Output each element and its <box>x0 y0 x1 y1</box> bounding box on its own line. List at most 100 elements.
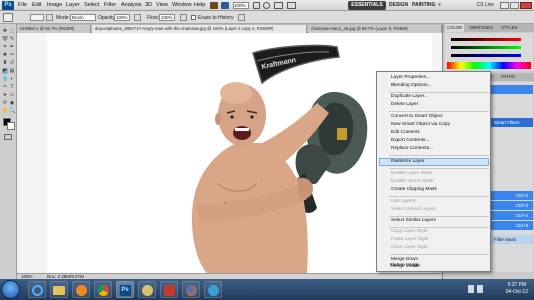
media-player-icon[interactable] <box>72 281 90 298</box>
color-slider-g[interactable] <box>451 46 521 49</box>
healing-tool-icon[interactable]: ✚ <box>2 52 8 58</box>
color-slider-r[interactable] <box>451 38 521 41</box>
paint-icon[interactable] <box>138 281 156 298</box>
zoom-tool-icon[interactable]: 🔍 <box>9 108 15 114</box>
mini-bridge-icon[interactable] <box>221 2 229 9</box>
workspace-more[interactable]: » <box>438 1 441 10</box>
mode-select[interactable]: Brush <box>70 14 96 21</box>
layer-row[interactable] <box>491 85 533 94</box>
close-button[interactable] <box>520 2 532 9</box>
menu-file[interactable]: File <box>18 2 27 8</box>
menu-create-clipping-mask[interactable]: Create Clipping Mask <box>391 187 437 192</box>
menu-edit-contents[interactable]: Edit Contents <box>391 130 420 135</box>
history-brush-tool-icon[interactable]: ↺ <box>9 60 15 66</box>
volume-icon[interactable] <box>477 285 483 293</box>
blur-tool-icon[interactable]: 💧 <box>2 76 8 82</box>
menu-flatten-image[interactable]: Flatten Image <box>390 263 419 268</box>
photoshop-taskbar-icon[interactable]: Ps <box>116 281 134 298</box>
menu-export-contents[interactable]: Export Contents... <box>391 138 429 143</box>
network-icon[interactable] <box>468 285 474 293</box>
workspace-painting[interactable]: PAINTING <box>412 1 436 10</box>
rotate-view-icon[interactable] <box>263 2 270 9</box>
menu-replace-contents[interactable]: Replace Contents... <box>391 146 433 151</box>
move-tool-icon[interactable]: ✥ <box>2 28 8 34</box>
airbrush-icon[interactable] <box>180 14 187 21</box>
tab-chainsaw-man[interactable]: chainsaw-man1_45.jpg @ 66.7% (Layer 0, R… <box>308 25 442 33</box>
app-icon[interactable] <box>160 281 178 298</box>
menu-duplicate-layer[interactable]: Duplicate Layer... <box>391 94 428 99</box>
hand-tool-icon[interactable] <box>253 2 260 9</box>
pen-tool-icon[interactable]: ✑ <box>2 84 8 90</box>
arrange-documents-icon[interactable] <box>274 2 283 9</box>
quick-mask-icon[interactable] <box>4 134 12 140</box>
tablet-opacity-icon[interactable] <box>134 14 141 21</box>
menu-help[interactable]: Help <box>194 2 205 8</box>
menu-image[interactable]: Image <box>47 2 62 8</box>
menu-merge-down[interactable]: Merge Down <box>391 257 418 262</box>
tab-color[interactable]: COLOR <box>445 24 465 32</box>
cs-live-button[interactable]: CS Live <box>476 1 494 10</box>
tab-styles[interactable]: STYLES <box>499 24 519 32</box>
tab-swatches[interactable]: SWATCHES <box>467 24 495 32</box>
shape-tool-icon[interactable]: ▭ <box>9 92 15 98</box>
menu-edit[interactable]: Edit <box>32 2 41 8</box>
layer-row[interactable]: Ctrl+5 <box>491 221 533 230</box>
firefox-icon[interactable] <box>182 281 200 298</box>
ie-icon[interactable] <box>28 281 46 298</box>
tab-paths[interactable]: PATHS <box>499 73 517 81</box>
explorer-icon[interactable] <box>50 281 68 298</box>
maximize-button[interactable] <box>510 2 519 9</box>
layer-row[interactable]: Smart Filters <box>491 118 533 127</box>
menu-convert-smart-object[interactable]: Convert to Smart Object <box>391 114 442 119</box>
layer-row[interactable]: Ctrl+3 <box>491 201 533 210</box>
type-tool-icon[interactable]: T <box>9 84 15 90</box>
menu-rasterize-layer[interactable]: Rasterize Layer <box>391 159 425 164</box>
workspace-design[interactable]: DESIGN <box>389 1 408 10</box>
minimize-button[interactable] <box>500 2 509 9</box>
color-slider-b[interactable] <box>451 54 521 57</box>
opacity-input[interactable]: 100% <box>114 14 130 21</box>
path-select-tool-icon[interactable]: ➤ <box>2 92 8 98</box>
chrome-icon[interactable] <box>94 281 112 298</box>
document-canvas[interactable]: Kraftmann <box>47 33 432 273</box>
menu-blending-options[interactable]: Blending Options... <box>391 83 432 88</box>
taskbar-clock[interactable]: 5:37 PM 04-Oct-12 <box>506 282 528 296</box>
menu-select-similar-layers[interactable]: Select Similar Layers <box>391 218 436 223</box>
tablet-size-icon[interactable] <box>238 14 245 21</box>
menu-new-smart-object-copy[interactable]: New Smart Object via Copy <box>391 122 450 127</box>
screen-mode-icon[interactable] <box>287 2 296 9</box>
menu-3d[interactable]: 3D <box>145 2 152 8</box>
menu-select[interactable]: Select <box>84 2 99 8</box>
menu-layer[interactable]: Layer <box>66 2 80 8</box>
zoom-level[interactable]: 100% <box>233 2 249 9</box>
bridge-icon[interactable] <box>210 2 218 9</box>
chat-app-icon[interactable] <box>204 281 222 298</box>
filter-mask-row[interactable]: Filter Mask <box>491 235 533 244</box>
eyedropper-tool-icon[interactable]: ✒ <box>9 44 15 50</box>
erase-history-checkbox[interactable] <box>191 15 196 20</box>
gradient-tool-icon[interactable]: ▤ <box>9 68 15 74</box>
lasso-tool-icon[interactable]: ➰ <box>2 36 8 42</box>
eraser-tool-icon[interactable]: ◩ <box>2 68 8 74</box>
menu-filter[interactable]: Filter <box>104 2 116 8</box>
eraser-tool-icon[interactable] <box>3 13 13 22</box>
brush-preset-picker[interactable] <box>30 14 44 21</box>
menu-view[interactable]: View <box>156 2 168 8</box>
menu-layer-properties[interactable]: Layer Properties... <box>391 75 430 80</box>
layer-row[interactable]: Ctrl+2 <box>491 191 533 200</box>
brush-panel-icon[interactable] <box>46 14 53 21</box>
background-color-swatch[interactable] <box>7 122 15 130</box>
marquee-tool-icon[interactable]: ⬚ <box>9 28 15 34</box>
3d-camera-tool-icon[interactable]: ◉ <box>9 100 15 106</box>
menu-delete-layer[interactable]: Delete Layer <box>391 102 418 107</box>
flow-input[interactable]: 100% <box>159 14 175 21</box>
tab-angry-man-chainsaw[interactable]: depositphotos_4892717-Angry-man-with-the… <box>92 25 307 33</box>
color-spectrum[interactable] <box>447 62 531 69</box>
menu-analysis[interactable]: Analysis <box>121 2 141 8</box>
brush-tool-icon[interactable]: ✏ <box>9 52 15 58</box>
menu-window[interactable]: Window <box>172 2 192 8</box>
tab-untitled[interactable]: Untitled-1 @ 66.7% (RGB/8) <box>17 25 91 33</box>
workspace-essentials[interactable]: ESSENTIALS <box>348 1 386 10</box>
3d-rotate-tool-icon[interactable]: ⟳ <box>2 100 8 106</box>
start-button[interactable] <box>1 280 20 299</box>
